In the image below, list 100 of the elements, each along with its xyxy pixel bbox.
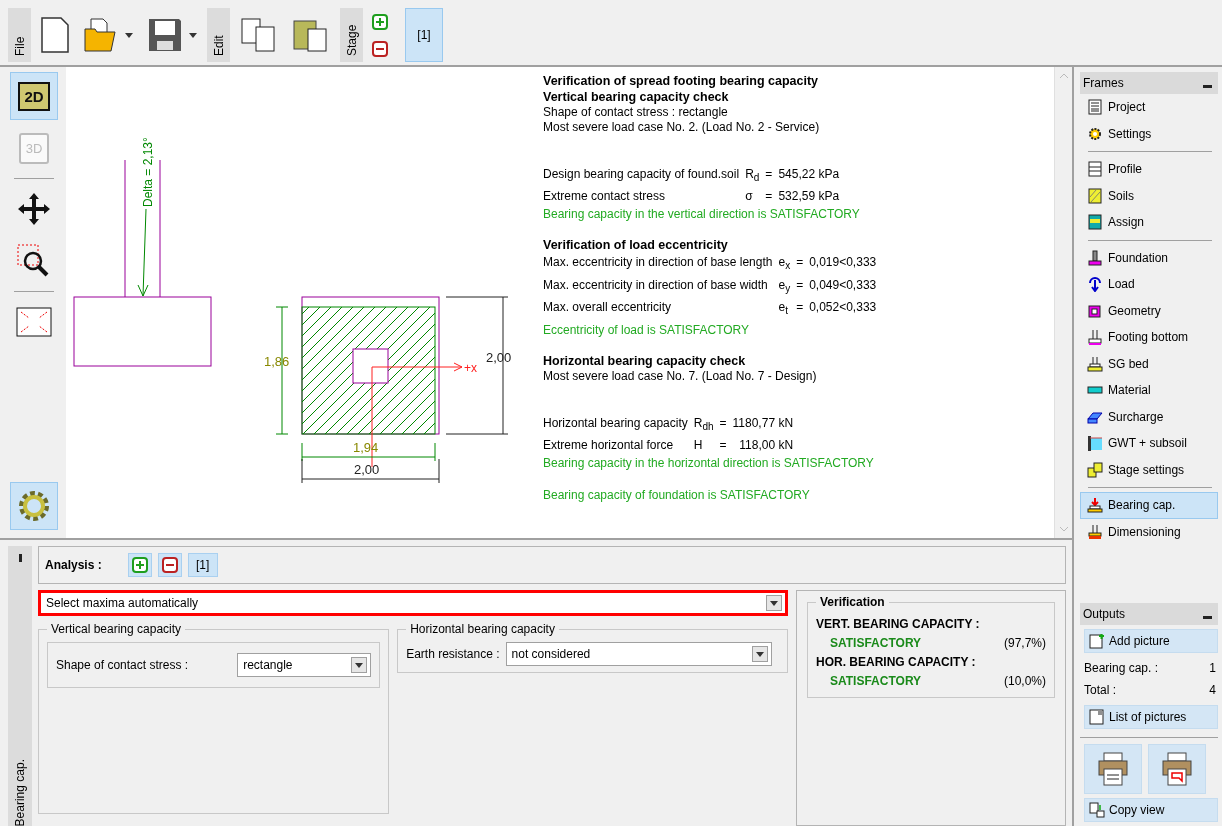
frame-item[interactable]: Load	[1080, 271, 1218, 298]
add-analysis-button[interactable]	[127, 553, 152, 577]
numbers-icon	[1087, 461, 1103, 478]
minus-icon	[161, 557, 178, 573]
scroll-up-icon	[1058, 73, 1069, 79]
panel-tab-label: Bearing cap.	[13, 758, 27, 826]
result-message: Eccentricity of load is SATISFACTORY	[543, 321, 751, 339]
report-heading: Horizontal bearing capacity check	[543, 352, 747, 369]
square-icon	[1087, 302, 1103, 319]
formula-symbol: H	[693, 436, 704, 454]
gear-icon	[1087, 125, 1103, 142]
panel-tab[interactable]: Bearing cap.	[8, 546, 32, 826]
formula-relation: =	[719, 414, 727, 432]
formula-value: 1180,77 kN	[732, 414, 794, 432]
dropdown-caret-icon	[355, 662, 364, 668]
clipboard-icon	[292, 17, 330, 53]
frame-item[interactable]: Assign	[1080, 209, 1218, 236]
dimension-label: 1,94	[353, 440, 379, 455]
earth-resistance-dropdown[interactable]: not considered	[505, 642, 772, 666]
verification-heading: VERT. BEARING CAPACITY :	[816, 616, 981, 633]
toolbar-group-label: Stage	[340, 8, 363, 62]
report-heading: Verification of load eccentricity	[543, 237, 729, 254]
dropdown-caret-icon	[125, 32, 133, 38]
frame-item[interactable]: Profile	[1080, 156, 1218, 183]
formula-label: Max. overall eccentricity	[543, 299, 673, 317]
frame-item[interactable]: Stage settings	[1080, 456, 1218, 483]
load-label: Delta = 2,13°	[141, 137, 155, 207]
frame-item[interactable]: Dimensioning	[1080, 518, 1218, 545]
print-button[interactable]	[1084, 744, 1142, 794]
frame-item[interactable]: Soils	[1080, 182, 1218, 209]
formula-symbol: σ	[745, 188, 754, 206]
frame-item[interactable]: Bearing cap.	[1080, 492, 1218, 519]
remove-analysis-button[interactable]	[157, 553, 182, 577]
dimension-label: 2,00	[486, 350, 512, 365]
frame-item[interactable]: Material	[1080, 377, 1218, 404]
formula-relation: =	[765, 166, 773, 183]
add-picture-icon	[1089, 633, 1105, 649]
frame-item[interactable]: Footing bottom	[1080, 324, 1218, 351]
formula-relation: =	[796, 254, 804, 272]
frame-item[interactable]: GWT + subsoil	[1080, 430, 1218, 457]
print-picture-button[interactable]	[1148, 744, 1206, 794]
mode-dropdown[interactable]: Select maxima automatically	[38, 590, 788, 616]
report-heading: Verification of spread footing bearing capacity	[543, 73, 820, 89]
minus-icon	[372, 40, 388, 57]
minimize-icon[interactable]	[1203, 615, 1212, 619]
stage-tab[interactable]: [1]	[405, 8, 443, 62]
footing-icon	[1087, 355, 1103, 372]
formula-value: 532,59 kPa	[778, 188, 840, 206]
curved-arrow-icon	[1087, 276, 1103, 293]
copy-view-button[interactable]: Copy view	[1084, 798, 1218, 822]
frame-item[interactable]: Project	[1080, 94, 1218, 121]
count-label: Bearing cap. :	[1084, 661, 1159, 675]
formula-relation: =	[765, 188, 773, 206]
verification-percent: (97,7%)	[1003, 635, 1046, 652]
add-picture-button[interactable]: Add picture	[1084, 629, 1218, 653]
formula-relation: =	[796, 299, 804, 317]
list-of-pictures-button[interactable]: List of pictures	[1084, 705, 1218, 729]
formula-symbol: R$_{d}$	[745, 166, 760, 186]
analysis-tab[interactable]: [1]	[187, 553, 218, 577]
formula-relation: =	[719, 436, 727, 454]
formula-label: Design bearing capacity of found.soil	[543, 166, 740, 183]
striped-square-icon	[1087, 214, 1103, 231]
settings-button[interactable]	[10, 482, 58, 530]
move-arrows-icon	[16, 191, 52, 227]
frame-item[interactable]: Geometry	[1080, 297, 1218, 324]
footing-icon	[1087, 497, 1103, 514]
view-2d-button[interactable]: 2D	[10, 72, 58, 120]
axis-label: +x	[464, 361, 477, 375]
shape-dropdown[interactable]: rectangle	[237, 653, 372, 677]
formula-value: 0,019<0,333	[809, 254, 877, 272]
printer-icon	[1162, 751, 1192, 787]
toolbar-group-label: Edit	[207, 8, 230, 62]
count-value: 1	[1209, 661, 1216, 675]
formula-label: Extreme contact stress	[543, 188, 667, 206]
hatched-square-icon	[1087, 187, 1103, 204]
count-label: Total :	[1084, 683, 1116, 697]
frames-title: Frames	[1083, 76, 1124, 90]
scrollbar[interactable]	[1054, 67, 1072, 538]
scroll-down-icon	[1058, 526, 1069, 532]
verification-percent: (10,0%)	[1003, 673, 1046, 690]
formula-relation: =	[796, 276, 804, 294]
field-label: Earth resistance :	[406, 647, 500, 661]
frame-item[interactable]: Surcharge	[1080, 403, 1218, 430]
frame-item[interactable]: Settings	[1080, 120, 1218, 147]
dimension-label: 2,00	[354, 462, 380, 477]
verification-status: SATISFACTORY	[830, 673, 922, 690]
dropdown-caret-icon	[755, 651, 764, 657]
group-title: Verification	[819, 595, 886, 609]
footing-icon	[1087, 523, 1103, 540]
field-label: Shape of contact stress :	[56, 658, 189, 672]
frame-item[interactable]: SG bed	[1080, 350, 1218, 377]
frame-item[interactable]: Foundation	[1080, 244, 1218, 271]
formula-value: 0,052<0,333	[809, 299, 877, 317]
verification-heading: HOR. BEARING CAPACITY :	[816, 654, 977, 671]
water-icon	[1087, 435, 1103, 452]
folder-icon	[83, 17, 119, 53]
dropdown-caret-icon	[770, 600, 778, 606]
view-2d-icon: 2D	[18, 81, 50, 111]
count-value: 4	[1209, 683, 1216, 697]
minimize-icon[interactable]	[1203, 84, 1212, 88]
